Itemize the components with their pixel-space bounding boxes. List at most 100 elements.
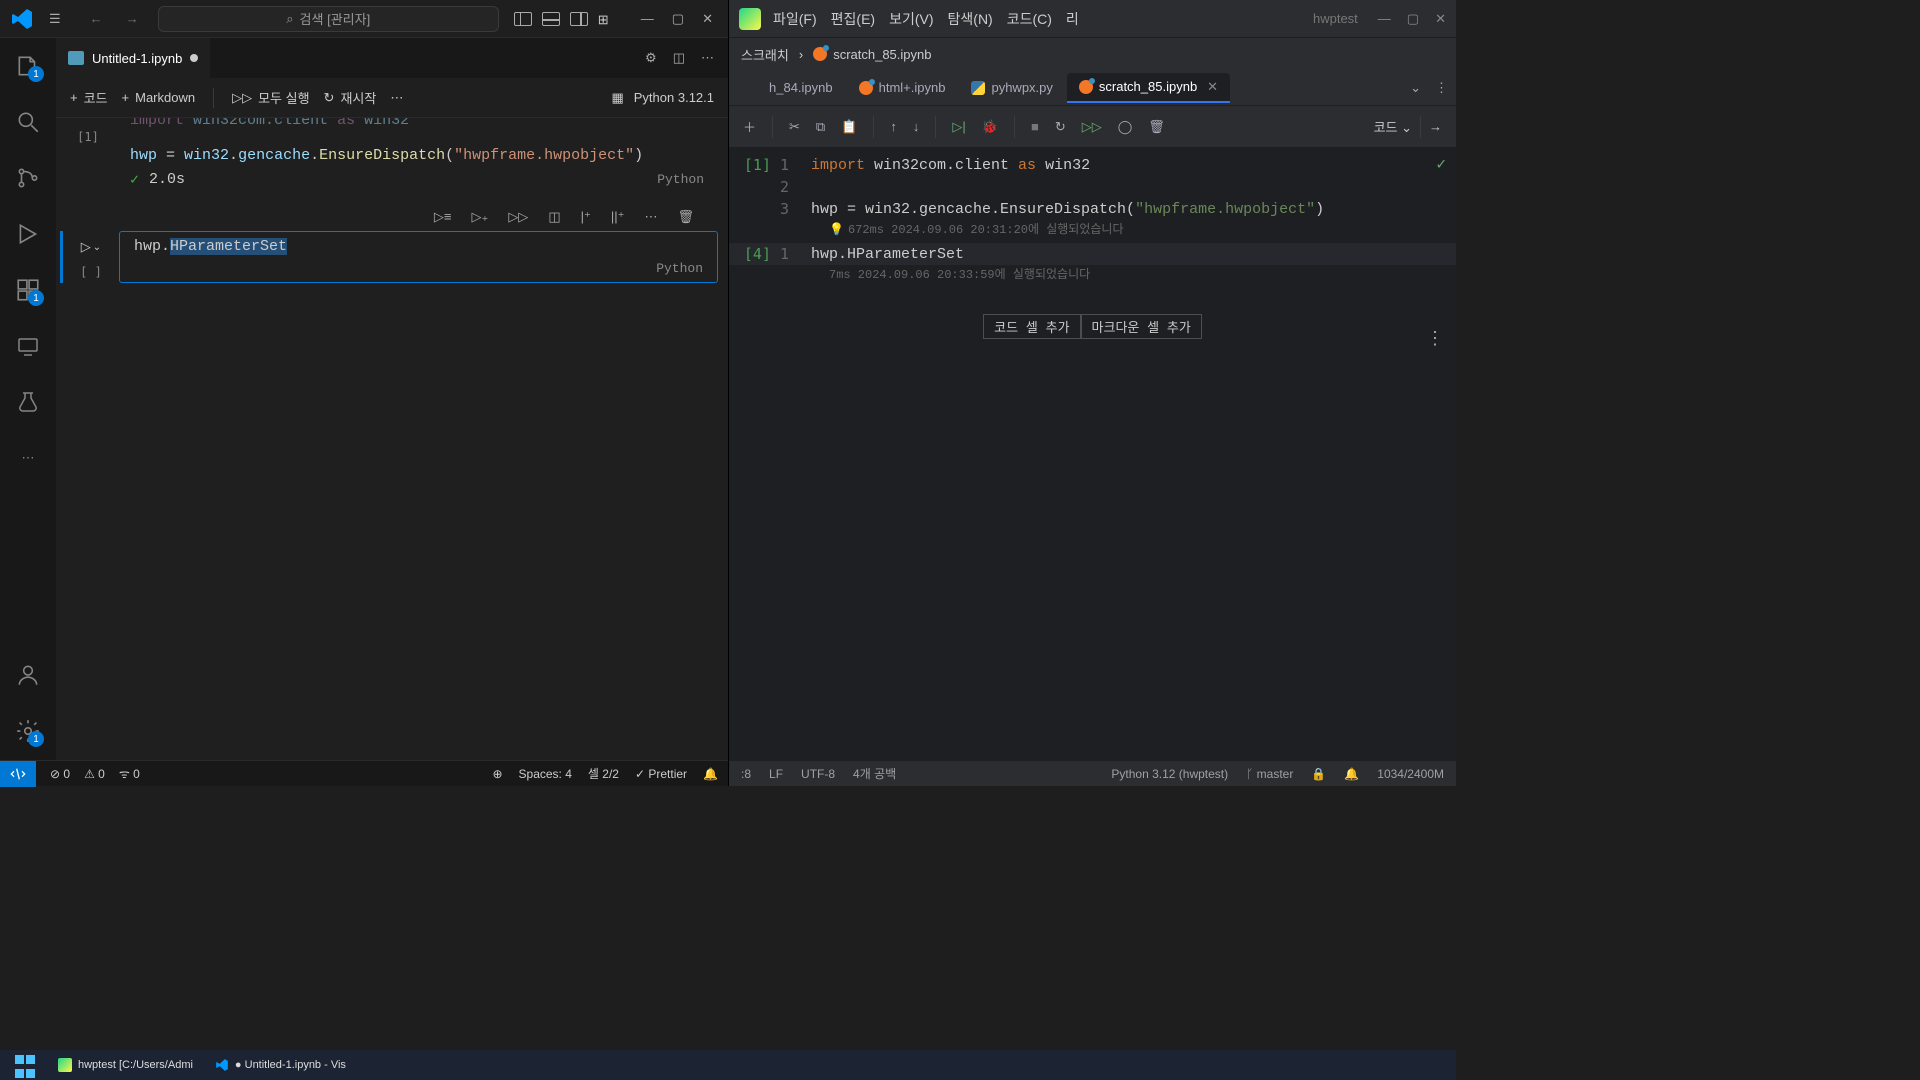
- taskbar-app-pycharm[interactable]: hwptest [C:/Users/Admi: [50, 1052, 201, 1078]
- menu-view[interactable]: 보기(V): [889, 9, 933, 29]
- maximize-icon[interactable]: ▢: [1407, 11, 1419, 27]
- prettier-status[interactable]: ✓ Prettier: [635, 767, 687, 781]
- line-ending[interactable]: LF: [769, 767, 783, 781]
- minimize-icon[interactable]: —: [1378, 11, 1391, 27]
- expand-icon[interactable]: →: [1429, 119, 1442, 134]
- memory-indicator[interactable]: 1034/2400M: [1377, 767, 1444, 781]
- maximize-icon[interactable]: ▢: [672, 11, 684, 27]
- remote-indicator[interactable]: [0, 761, 36, 787]
- restart-kernel-button[interactable]: ↻ 재시작: [324, 88, 377, 107]
- editor-more-icon[interactable]: ⋮: [1426, 328, 1444, 350]
- code-line[interactable]: hwp.HParameterSet: [134, 238, 703, 255]
- close-icon[interactable]: ✕: [702, 11, 713, 27]
- warnings-count[interactable]: ⚠ 0: [84, 767, 105, 781]
- encoding[interactable]: UTF-8: [801, 767, 835, 781]
- more-cell-actions-icon[interactable]: ⋯: [640, 205, 661, 229]
- nav-forward-icon[interactable]: →: [122, 7, 143, 30]
- minimize-icon[interactable]: —: [641, 11, 654, 27]
- insert-below-icon[interactable]: ||⁺: [607, 205, 629, 229]
- editor-tab-untitled[interactable]: Untitled-1.ipynb: [56, 38, 210, 78]
- cell-position[interactable]: 셀 2/2: [588, 765, 619, 782]
- indent-indicator[interactable]: 4개 공백: [853, 765, 896, 782]
- testing-icon[interactable]: [14, 388, 42, 416]
- more-icon[interactable]: ⋯: [14, 444, 42, 472]
- add-code-cell-button[interactable]: 코드 셀 추가: [983, 314, 1080, 339]
- close-tab-icon[interactable]: ✕: [1207, 79, 1218, 95]
- stop-icon[interactable]: ■: [1031, 119, 1039, 134]
- move-up-icon[interactable]: ↑: [890, 119, 897, 134]
- more-toolbar-icon[interactable]: ⋯: [390, 90, 403, 106]
- editor-tab[interactable]: html+.ipynb: [847, 74, 958, 101]
- column-indicator[interactable]: :8: [741, 767, 751, 781]
- command-center[interactable]: ⌕ 검색 [관리자]: [158, 6, 499, 32]
- editor-tab[interactable]: pyhwpx.py: [959, 74, 1064, 101]
- paste-icon[interactable]: 📋: [841, 119, 857, 135]
- lock-icon[interactable]: 🔒: [1311, 767, 1326, 781]
- menu-icon[interactable]: ☰: [49, 11, 61, 27]
- toggle-primary-sidebar-icon[interactable]: [514, 12, 532, 26]
- lightbulb-icon[interactable]: 💡: [829, 223, 844, 237]
- taskbar-app-vscode[interactable]: ● Untitled-1.ipynb - Vis: [207, 1052, 354, 1078]
- add-code-button[interactable]: + 코드: [70, 88, 108, 107]
- more-editor-actions-icon[interactable]: ⋯: [701, 50, 714, 66]
- nav-back-icon[interactable]: ←: [86, 7, 107, 30]
- breadcrumb-item[interactable]: 스크래치: [741, 45, 789, 64]
- toggle-panel-icon[interactable]: [542, 12, 560, 26]
- run-all-button[interactable]: ▷▷ 모두 실행: [232, 88, 309, 107]
- source-control-icon[interactable]: [14, 164, 42, 192]
- notifications-icon[interactable]: 🔔: [1344, 767, 1359, 781]
- search-activity-icon[interactable]: [14, 108, 42, 136]
- run-all-icon[interactable]: ▷▷: [1082, 119, 1102, 135]
- split-editor-icon[interactable]: ◫: [673, 50, 685, 66]
- split-cell-icon[interactable]: ◫: [544, 205, 564, 229]
- menu-navigate[interactable]: 탐색(N): [948, 9, 993, 29]
- close-icon[interactable]: ✕: [1435, 11, 1446, 27]
- run-cell-icon[interactable]: ▷|: [952, 119, 965, 135]
- inspection-ok-icon[interactable]: ✓: [1436, 154, 1446, 174]
- execute-below-icon[interactable]: ▷▷: [504, 205, 532, 229]
- start-button[interactable]: [6, 1052, 44, 1078]
- menu-more[interactable]: 리: [1066, 9, 1079, 29]
- menu-code[interactable]: 코드(C): [1007, 9, 1052, 29]
- settings-gear-icon[interactable]: 1: [14, 717, 42, 745]
- run-cell-button[interactable]: ▷ ⌄: [81, 239, 101, 255]
- add-markdown-button[interactable]: + Markdown: [122, 90, 196, 105]
- cell-type-selector[interactable]: 코드 ⌄: [1374, 117, 1412, 136]
- add-cell-icon[interactable]: ＋: [743, 117, 756, 136]
- breadcrumb-item[interactable]: scratch_85.ipynb: [813, 47, 931, 62]
- extensions-icon[interactable]: 1: [14, 276, 42, 304]
- editor-tab-active[interactable]: scratch_85.ipynb ✕: [1067, 73, 1230, 103]
- run-debug-icon[interactable]: [14, 220, 42, 248]
- execute-cell-icon[interactable]: ▷₊: [467, 205, 492, 229]
- debug-cell-icon[interactable]: 🐞: [982, 119, 998, 135]
- editor-tab[interactable]: h_84.ipynb: [737, 74, 845, 101]
- ports-count[interactable]: ᯤ 0: [119, 765, 140, 782]
- cut-icon[interactable]: ✂: [789, 119, 800, 135]
- remote-icon[interactable]: [14, 332, 42, 360]
- cell-editor[interactable]: hwp.HParameterSet Python: [119, 231, 718, 283]
- explorer-icon[interactable]: 1: [14, 52, 42, 80]
- run-by-line-icon[interactable]: ▷≡: [430, 205, 456, 229]
- spaces-indicator[interactable]: Spaces: 4: [519, 767, 572, 781]
- delete-icon[interactable]: 🗑: [1148, 119, 1165, 135]
- menu-edit[interactable]: 편집(E): [831, 9, 875, 29]
- zoom-icon[interactable]: ⊕: [492, 767, 502, 781]
- tabs-more-icon[interactable]: ⋮: [1435, 80, 1448, 96]
- notebook-settings-icon[interactable]: ⚙: [645, 50, 657, 66]
- customize-layout-icon[interactable]: ⊞: [598, 12, 616, 26]
- tabs-dropdown-icon[interactable]: ⌄: [1410, 80, 1421, 96]
- menu-file[interactable]: 파일(F): [773, 9, 817, 29]
- delete-cell-icon[interactable]: 🗑: [673, 205, 698, 229]
- cell-editor[interactable]: import win32com.client as win32 hwp = wi…: [116, 122, 718, 195]
- interpreter[interactable]: Python 3.12 (hwptest): [1111, 767, 1228, 781]
- clear-output-icon[interactable]: ◯: [1118, 119, 1133, 135]
- toggle-secondary-sidebar-icon[interactable]: [570, 12, 588, 26]
- errors-count[interactable]: ⊘ 0: [50, 767, 70, 781]
- restart-icon[interactable]: ↻: [1055, 119, 1066, 135]
- account-icon[interactable]: [14, 661, 42, 689]
- move-down-icon[interactable]: ↓: [913, 119, 920, 134]
- git-branch[interactable]: ᚴ master: [1246, 767, 1293, 781]
- kernel-picker[interactable]: Python 3.12.1: [634, 90, 714, 105]
- insert-above-icon[interactable]: |⁺: [577, 205, 595, 229]
- copy-icon[interactable]: ⧉: [816, 119, 825, 135]
